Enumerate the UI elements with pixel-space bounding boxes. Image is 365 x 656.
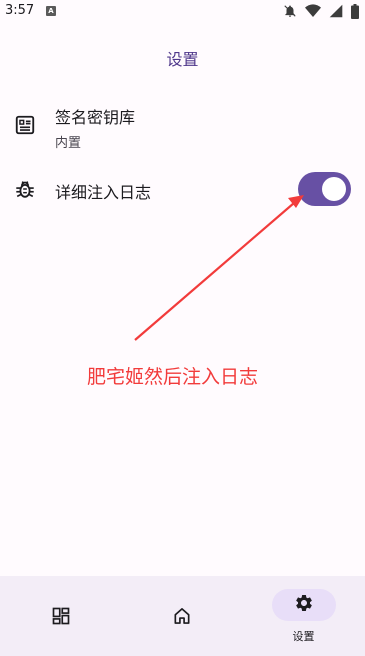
annotation-text: 肥宅姬然后注入日志 [87,366,259,388]
home-icon [172,606,192,630]
nav-indicator [271,589,336,621]
nav-icon-container [29,602,93,634]
nav-icon-container [150,602,214,634]
bottom-navigation: 设置 [0,576,365,656]
gear-icon [294,593,314,617]
nav-item-modules[interactable] [0,576,121,656]
nav-label-settings: 设置 [292,630,315,643]
annotation-arrow-icon [134,195,304,341]
dashboard-icon [51,606,71,630]
nav-item-settings[interactable]: 设置 [243,576,364,656]
nav-item-home[interactable] [121,576,242,656]
